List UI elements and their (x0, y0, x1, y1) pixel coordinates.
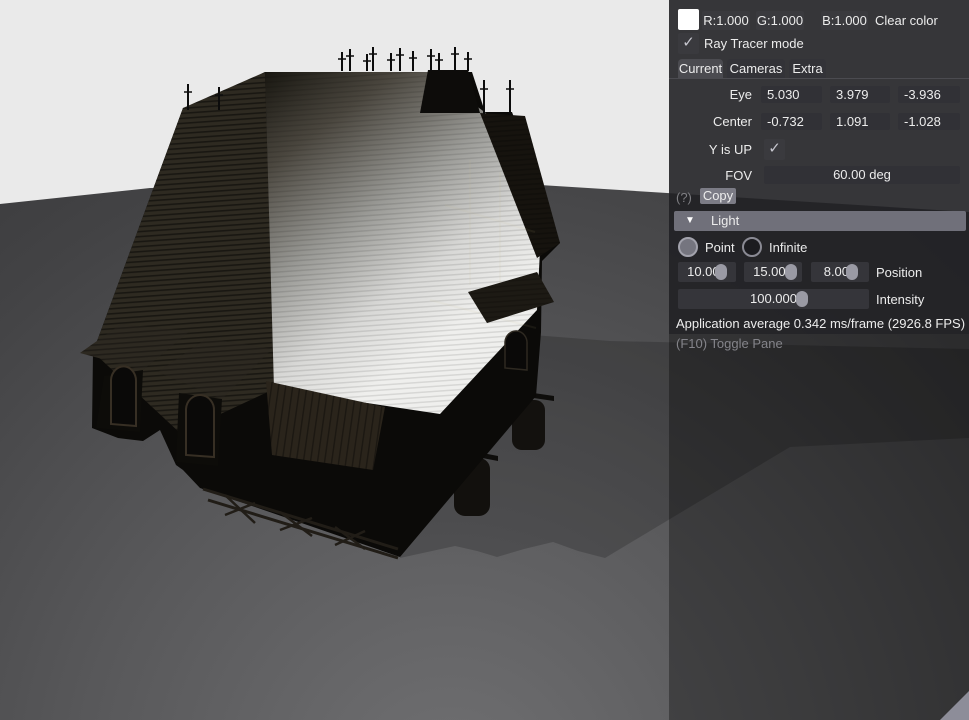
perf-stats-text: Application average 0.342 ms/frame (2926… (676, 316, 966, 331)
clear-color-r-field[interactable]: R:1.000 (702, 11, 750, 30)
eye-y-field[interactable]: 3.979 (830, 86, 890, 103)
check-icon: ✓ (768, 140, 781, 157)
y-up-label: Y is UP (708, 142, 752, 157)
slider-grab[interactable] (785, 264, 797, 280)
intensity-value: 100.000 (750, 291, 797, 306)
ray-tracer-label: Ray Tracer mode (704, 36, 804, 51)
position-z-slider[interactable]: 8.000 (811, 262, 869, 282)
intensity-label: Intensity (876, 292, 925, 307)
light-section-header[interactable]: ▼ Light (674, 211, 966, 231)
radio-infinite[interactable] (742, 237, 762, 257)
eye-z-field[interactable]: -3.936 (898, 86, 960, 103)
center-z-field[interactable]: -1.028 (898, 113, 960, 130)
radio-point[interactable] (678, 237, 698, 257)
position-y-slider[interactable]: 15.000 (744, 262, 802, 282)
settings-panel: R:1.000 G:1.000 B:1.000 Clear color ✓ Ra… (669, 0, 969, 720)
eye-label: Eye (729, 87, 752, 102)
fov-label: FOV (725, 168, 752, 183)
infinite-label: Infinite (769, 240, 808, 255)
position-x-slider[interactable]: 10.000 (678, 262, 736, 282)
tab-underline (669, 78, 969, 79)
intensity-slider[interactable]: 100.000 (678, 289, 869, 309)
point-label: Point (705, 240, 735, 255)
ray-tracer-checkbox[interactable]: ✓ (678, 33, 699, 54)
tab-extra[interactable]: Extra (789, 59, 826, 78)
center-x-field[interactable]: -0.732 (761, 113, 822, 130)
clear-color-g-field[interactable]: G:1.000 (756, 11, 804, 30)
slider-grab[interactable] (846, 264, 858, 280)
check-icon: ✓ (682, 34, 695, 51)
app-window: R:1.000 G:1.000 B:1.000 Clear color ✓ Ra… (0, 0, 969, 720)
tab-current[interactable]: Current (678, 59, 723, 78)
toggle-pane-hint: (F10) Toggle Pane (676, 336, 783, 351)
center-label: Center (712, 114, 752, 129)
slider-grab[interactable] (715, 264, 727, 280)
position-label: Position (876, 265, 923, 280)
collapse-arrow-icon: ▼ (685, 215, 695, 226)
light-header-label: Light (711, 213, 740, 228)
clear-color-b-field[interactable]: B:1.000 (821, 11, 868, 30)
y-up-checkbox[interactable]: ✓ (764, 139, 785, 160)
copy-button[interactable]: Copy (700, 188, 736, 204)
fov-slider[interactable]: 60.00 deg (764, 166, 960, 184)
eye-x-field[interactable]: 5.030 (761, 86, 822, 103)
tab-cameras[interactable]: Cameras (727, 59, 785, 78)
slider-grab[interactable] (796, 291, 808, 307)
right-wall-window (504, 330, 528, 371)
clear-color-swatch[interactable] (678, 9, 699, 30)
help-marker[interactable]: (?) (676, 190, 692, 206)
center-y-field[interactable]: 1.091 (830, 113, 890, 130)
clear-color-label: Clear color (875, 13, 938, 28)
